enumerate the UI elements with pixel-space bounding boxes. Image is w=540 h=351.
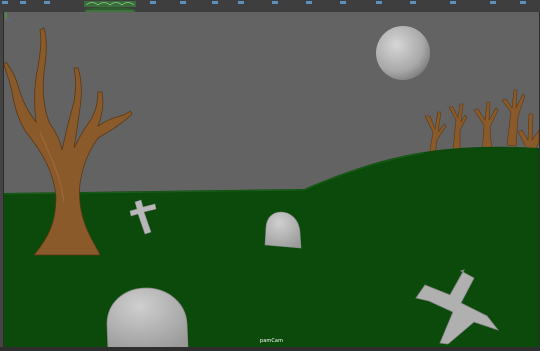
toolbar-tool-icon[interactable] [44,1,50,4]
3d-viewport[interactable]: pamCam [3,12,540,349]
camera-label: pamCam [259,338,284,344]
moon [376,26,430,80]
toolbar-tool-icon[interactable] [2,1,8,4]
toolbar-tool-icon[interactable] [180,1,186,4]
toolbar-tool-icon[interactable] [150,1,156,4]
scene [4,26,539,349]
viewport-bottom-border [0,347,540,351]
axis-gizmo-icon [5,13,10,21]
toolbar-tool-icon[interactable] [20,1,26,4]
